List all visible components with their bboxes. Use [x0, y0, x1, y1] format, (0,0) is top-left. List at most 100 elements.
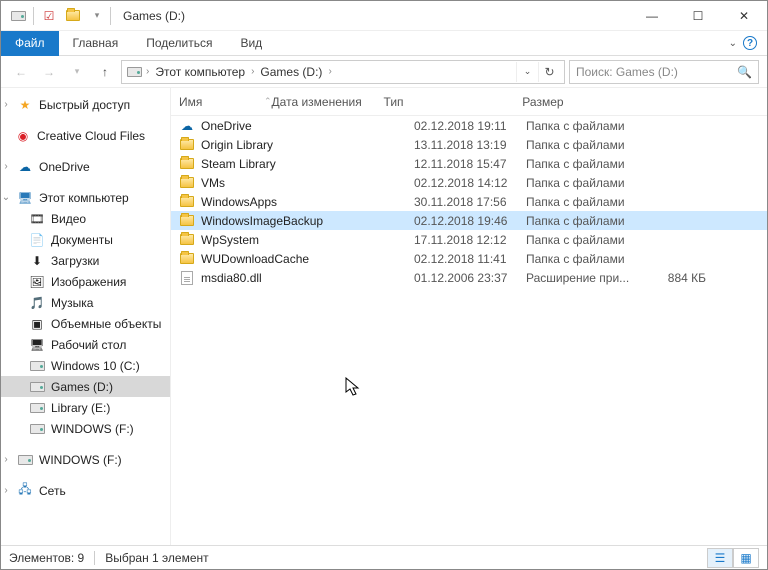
- close-button[interactable]: ✕: [721, 1, 767, 31]
- sidebar-item[interactable]: 📄Документы: [1, 229, 170, 250]
- address-bar[interactable]: › Этот компьютер › Games (D:) › ⌄ ↻: [121, 60, 565, 84]
- drive-icon: [29, 379, 45, 395]
- chevron-right-icon[interactable]: ›: [146, 66, 149, 77]
- help-icon[interactable]: ?: [743, 36, 757, 50]
- window-title: Games (D:): [123, 9, 185, 23]
- sidebar-item[interactable]: ▣Объемные объекты: [1, 313, 170, 334]
- column-size[interactable]: Размер: [494, 95, 574, 109]
- qat-dropdown-icon[interactable]: ▾: [86, 5, 108, 27]
- file-date: 30.11.2018 17:56: [414, 195, 526, 209]
- file-row[interactable]: Origin Library13.11.2018 13:19Папка с фа…: [171, 135, 767, 154]
- maximize-button[interactable]: ☐: [675, 1, 721, 31]
- file-icon: [179, 213, 195, 229]
- address-dropdown-icon[interactable]: ⌄: [516, 62, 538, 82]
- newfolder-qat-button[interactable]: [62, 5, 84, 27]
- folder-type-icon: 🖥: [29, 337, 45, 353]
- window-controls: — ☐ ✕: [629, 1, 767, 31]
- file-icon: [179, 251, 195, 267]
- file-row[interactable]: msdia80.dll01.12.2006 23:37Расширение пр…: [171, 268, 767, 287]
- status-bar: Элементов: 9 Выбран 1 элемент ☰ ▦: [1, 545, 767, 569]
- back-button[interactable]: ←: [9, 60, 33, 84]
- drive-icon: [7, 5, 29, 27]
- column-headers: Имя ⌃ Дата изменения Тип Размер: [171, 88, 767, 116]
- sidebar-item[interactable]: 🖥Рабочий стол: [1, 334, 170, 355]
- history-dropdown-icon[interactable]: ▾: [65, 60, 89, 84]
- sidebar-item[interactable]: 🎵Музыка: [1, 292, 170, 313]
- location-drive-icon: [126, 64, 142, 80]
- sidebar-item[interactable]: 🎞Видео: [1, 208, 170, 229]
- chevron-right-icon[interactable]: ›: [328, 66, 331, 77]
- file-name: msdia80.dll: [201, 271, 262, 285]
- file-date: 13.11.2018 13:19: [414, 138, 526, 152]
- tab-share[interactable]: Поделиться: [132, 31, 226, 56]
- file-row[interactable]: VMs02.12.2018 14:12Папка с файлами: [171, 173, 767, 192]
- sidebar-item-drive[interactable]: WINDOWS (F:): [1, 418, 170, 439]
- chevron-right-icon[interactable]: ›: [1, 454, 11, 465]
- file-type: Папка с файлами: [526, 138, 636, 152]
- file-name: WindowsImageBackup: [201, 214, 323, 228]
- breadcrumb[interactable]: Этот компьютер: [153, 65, 247, 79]
- column-type[interactable]: Тип: [384, 95, 494, 109]
- quick-access-toolbar: ☑ ▾: [7, 5, 108, 27]
- tab-home[interactable]: Главная: [59, 31, 133, 56]
- sidebar-item-onedrive[interactable]: ›☁OneDrive: [1, 156, 170, 177]
- sidebar-item[interactable]: 🖼Изображения: [1, 271, 170, 292]
- drive-icon: [29, 358, 45, 374]
- chevron-right-icon[interactable]: ›: [251, 66, 254, 77]
- sidebar-item-network[interactable]: ›🖧Сеть: [1, 480, 170, 501]
- sidebar-item-thispc[interactable]: ⌄🖥Этот компьютер: [1, 187, 170, 208]
- sidebar-item-drive[interactable]: Games (D:): [1, 376, 170, 397]
- file-row[interactable]: WindowsApps30.11.2018 17:56Папка с файла…: [171, 192, 767, 211]
- file-name: VMs: [201, 176, 225, 190]
- file-row[interactable]: WpSystem17.11.2018 12:12Папка с файлами: [171, 230, 767, 249]
- qat-separator: [33, 7, 34, 25]
- star-icon: ★: [17, 97, 33, 113]
- thumbnails-view-button[interactable]: ▦: [733, 548, 759, 568]
- file-type: Папка с файлами: [526, 252, 636, 266]
- file-row[interactable]: ☁OneDrive02.12.2018 19:11Папка с файлами: [171, 116, 767, 135]
- forward-button[interactable]: →: [37, 60, 61, 84]
- up-button[interactable]: ↑: [93, 60, 117, 84]
- sidebar-item-extra-drive[interactable]: ›WINDOWS (F:): [1, 449, 170, 470]
- sidebar-item-drive[interactable]: Library (E:): [1, 397, 170, 418]
- cloud-files-icon: ◉: [15, 128, 31, 144]
- folder-type-icon: 🎞: [29, 211, 45, 227]
- breadcrumb[interactable]: Games (D:): [258, 65, 324, 79]
- properties-qat-button[interactable]: ☑: [38, 5, 60, 27]
- file-tab[interactable]: Файл: [1, 31, 59, 56]
- address-row: ← → ▾ ↑ › Этот компьютер › Games (D:) › …: [1, 56, 767, 88]
- file-date: 02.12.2018 11:41: [414, 252, 526, 266]
- sidebar-item[interactable]: ⬇Загрузки: [1, 250, 170, 271]
- minimize-button[interactable]: —: [629, 1, 675, 31]
- file-row[interactable]: WindowsImageBackup02.12.2018 19:46Папка …: [171, 211, 767, 230]
- chevron-right-icon[interactable]: ›: [1, 99, 11, 110]
- sidebar-item-ccf[interactable]: ◉Creative Cloud Files: [1, 125, 170, 146]
- details-view-button[interactable]: ☰: [707, 548, 733, 568]
- folder-type-icon: ⬇: [29, 253, 45, 269]
- refresh-button[interactable]: ↻: [538, 62, 560, 82]
- file-row[interactable]: WUDownloadCache02.12.2018 11:41Папка с ф…: [171, 249, 767, 268]
- folder-type-icon: 📄: [29, 232, 45, 248]
- ribbon-expand-icon[interactable]: ⌄: [729, 38, 737, 49]
- chevron-right-icon[interactable]: ›: [1, 161, 11, 172]
- search-icon[interactable]: 🔍: [737, 65, 752, 79]
- folder-type-icon: ▣: [29, 316, 45, 332]
- network-icon: 🖧: [17, 483, 33, 499]
- chevron-down-icon[interactable]: ⌄: [1, 192, 11, 203]
- sidebar-item-drive[interactable]: Windows 10 (C:): [1, 355, 170, 376]
- file-icon: [179, 175, 195, 191]
- sidebar-item-quick-access[interactable]: ›★Быстрый доступ: [1, 94, 170, 115]
- search-input[interactable]: Поиск: Games (D:) 🔍: [569, 60, 759, 84]
- status-selected: Выбран 1 элемент: [105, 551, 208, 565]
- file-row[interactable]: Steam Library12.11.2018 15:47Папка с фай…: [171, 154, 767, 173]
- file-size: 884 КБ: [636, 271, 716, 285]
- file-type: Папка с файлами: [526, 214, 636, 228]
- drive-icon: [29, 421, 45, 437]
- column-date[interactable]: Дата изменения: [272, 95, 384, 109]
- file-icon: [179, 194, 195, 210]
- sort-indicator-icon: ⌃: [264, 96, 272, 107]
- file-date: 02.12.2018 19:11: [414, 119, 526, 133]
- chevron-right-icon[interactable]: ›: [1, 485, 11, 496]
- tab-view[interactable]: Вид: [226, 31, 276, 56]
- file-list[interactable]: ☁OneDrive02.12.2018 19:11Папка с файлами…: [171, 116, 767, 545]
